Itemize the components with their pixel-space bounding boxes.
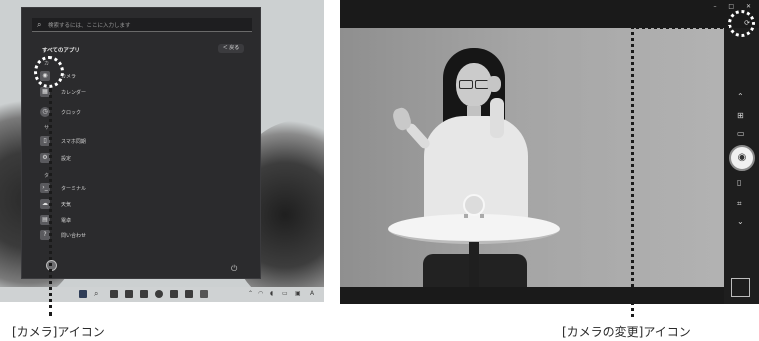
camera-icon-highlight: [34, 56, 64, 88]
table: [388, 214, 560, 244]
leader-line-change-camera-v: [631, 26, 634, 317]
maximize-icon[interactable]: □: [728, 3, 734, 10]
edge-icon[interactable]: [155, 290, 163, 298]
app-label: ターミナル: [61, 186, 87, 192]
app-label: スマホ同期: [61, 139, 86, 145]
all-apps-heading: すべてのアプリ: [42, 48, 80, 54]
app-item-camera[interactable]: ◉ カメラ: [40, 70, 240, 82]
chevron-up-icon[interactable]: ⌃: [737, 93, 744, 101]
file-explorer-icon[interactable]: [170, 290, 178, 298]
camera-icon: ◉: [737, 152, 747, 163]
network-icon[interactable]: ◠: [258, 290, 263, 298]
app-label: 天気: [61, 202, 72, 208]
app-item-phone-link[interactable]: ▯ スマホ同期: [40, 135, 240, 147]
shutter-button[interactable]: ◉: [729, 145, 755, 171]
app-item-calendar[interactable]: ▦ カレンダー: [40, 86, 240, 98]
minimize-icon[interactable]: –: [713, 3, 716, 10]
app-label: 設定: [61, 156, 72, 162]
widgets-icon[interactable]: [125, 290, 133, 298]
caption-camera-icon: [カメラ]アイコン: [12, 325, 105, 339]
close-icon[interactable]: ✕: [746, 3, 751, 10]
gallery-thumbnail[interactable]: [731, 278, 750, 297]
app-item-weather[interactable]: ☁ 天気: [40, 198, 240, 210]
video-mode-icon[interactable]: ▭: [737, 130, 745, 138]
app-item-settings[interactable]: ⚙ 設定: [40, 152, 240, 164]
language-icon[interactable]: A: [310, 290, 314, 298]
alarm-clock: [463, 194, 485, 216]
leader-line-change-camera-h: [631, 26, 729, 29]
camera-app-taskbar-icon[interactable]: [200, 290, 208, 298]
power-icon[interactable]: ⏻: [231, 264, 237, 274]
search-icon: ⌕: [37, 20, 42, 29]
document-mode-icon[interactable]: ▯: [737, 179, 741, 187]
start-button-icon[interactable]: [79, 290, 87, 298]
app-item-calculator[interactable]: ▤ 電卓: [40, 214, 240, 226]
back-button[interactable]: ＜ 戻る: [218, 44, 244, 53]
volume-icon[interactable]: ◖: [270, 290, 273, 298]
camera-app-window: – □ ✕ ⌃ ⊞ ▭ ◉ ▯ ⌗ ⌄ ⟳: [340, 0, 759, 304]
store-icon[interactable]: [185, 290, 193, 298]
camera-preview: [340, 28, 724, 287]
search-input[interactable]: ⌕ 検索するには、ここに入力します: [32, 18, 252, 32]
app-label: クロック: [61, 110, 82, 116]
app-item-terminal[interactable]: ›_ ターミナル: [40, 182, 240, 194]
chevron-up-icon[interactable]: ⌃: [248, 290, 253, 298]
app-label: 電卓: [61, 218, 72, 224]
app-label: 問い合わせ: [61, 233, 87, 239]
battery-icon[interactable]: ▭: [282, 290, 288, 298]
search-placeholder: 検索するには、ここに入力します: [48, 23, 131, 29]
camera-controls-sidebar: ⌃ ⊞ ▭ ◉ ▯ ⌗ ⌄: [724, 28, 759, 304]
chat-icon[interactable]: [140, 290, 148, 298]
search-icon[interactable]: ⌕: [94, 290, 102, 298]
leader-line-camera: [49, 88, 52, 316]
task-view-icon[interactable]: [110, 290, 118, 298]
input-method-icon[interactable]: ▣: [295, 290, 301, 298]
caption-change-camera-icon: [カメラの変更]アイコン: [562, 325, 691, 339]
start-menu: ⌕ 検索するには、ここに入力します すべてのアプリ ＜ 戻る カ ◉ カメラ ▦…: [21, 7, 261, 279]
app-label: カレンダー: [61, 90, 87, 96]
app-item-clock[interactable]: ◷ クロック: [40, 106, 240, 118]
change-camera-icon-highlight: [728, 10, 755, 37]
scan-mode-icon[interactable]: ⊞: [737, 112, 744, 120]
window-controls: – □ ✕: [703, 3, 751, 10]
chevron-down-icon[interactable]: ⌄: [737, 218, 744, 226]
app-item-help[interactable]: ? 問い合わせ: [40, 229, 240, 241]
barcode-mode-icon[interactable]: ⌗: [737, 200, 742, 208]
